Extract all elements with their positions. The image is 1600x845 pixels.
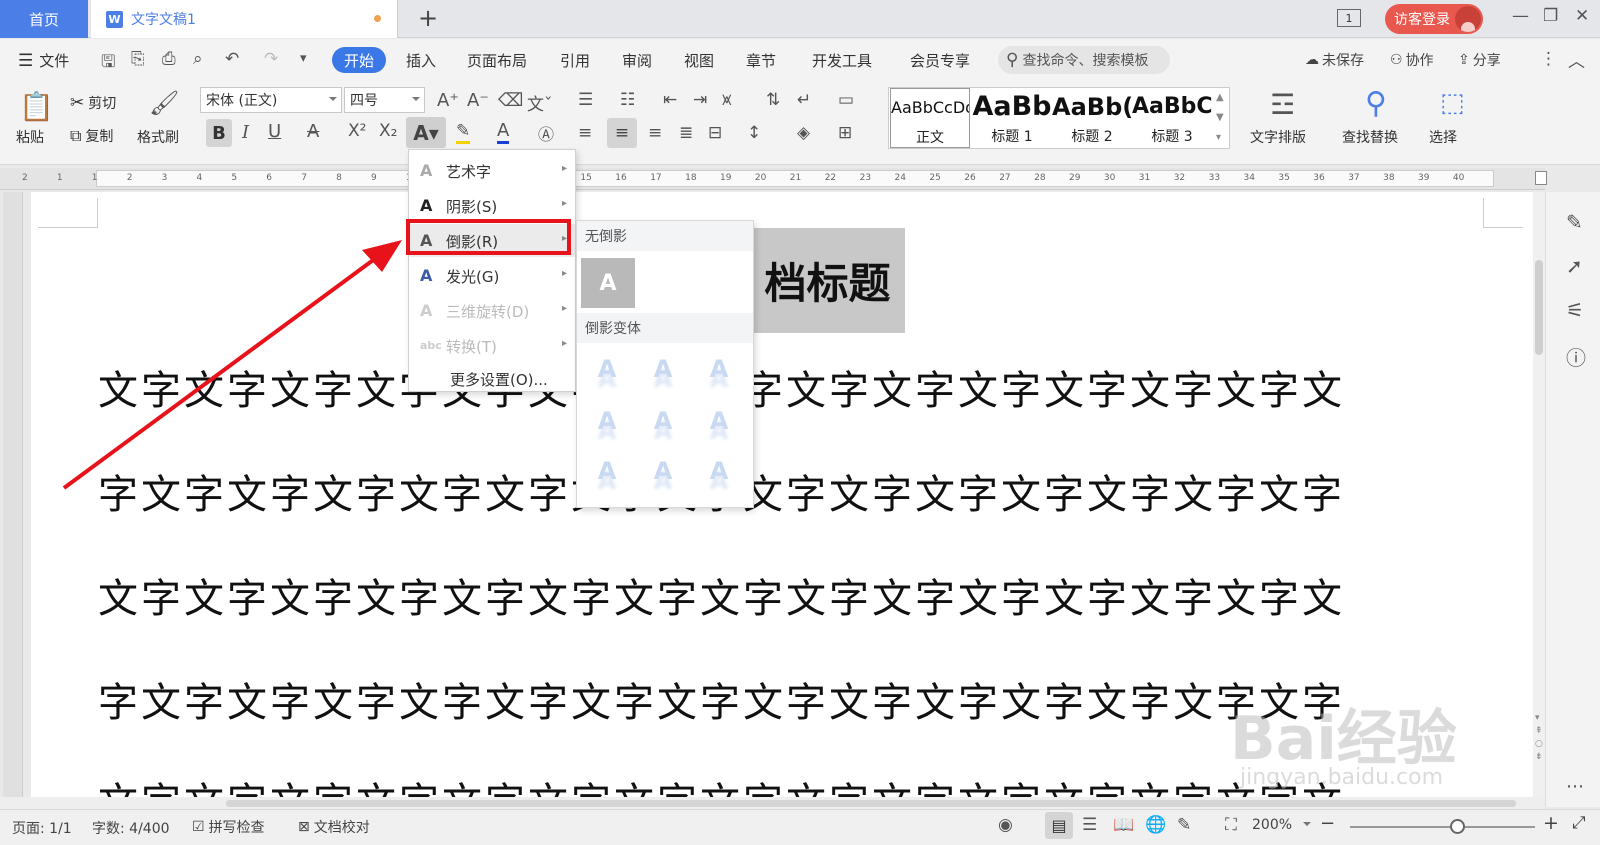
watermark-logo: Bai经验 [1230, 704, 1457, 774]
watermark-url: jingyan.baidu.com [1240, 765, 1444, 790]
